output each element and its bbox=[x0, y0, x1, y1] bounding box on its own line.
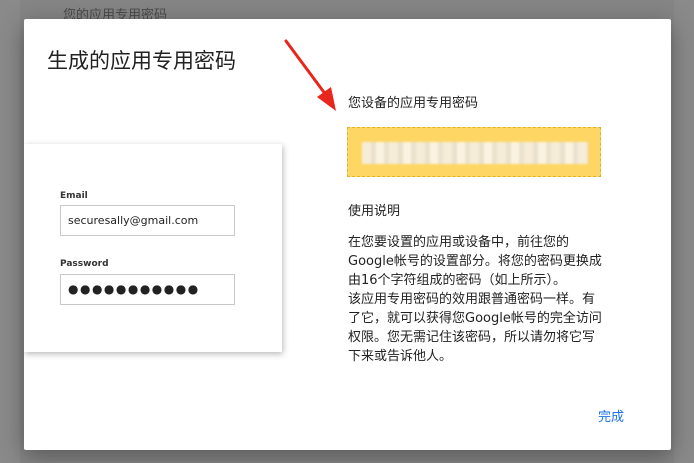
illustration-password-field: ●●●●●●●●●●● bbox=[60, 274, 235, 305]
usage-instructions: 在您要设置的应用或设备中，前往您的 Google帐号的设置部分。将您的密码更换成… bbox=[348, 233, 648, 366]
usage-line: Google帐号的设置部分。将您的密码更换成 bbox=[348, 254, 602, 269]
usage-line: 在您要设置的应用或设备中，前往您的 bbox=[348, 235, 570, 250]
dialog-title: 生成的应用专用密码 bbox=[47, 49, 236, 73]
device-password-heading: 您设备的应用专用密码 bbox=[348, 96, 479, 111]
usage-heading: 使用说明 bbox=[348, 204, 401, 219]
usage-line: 下来或告诉他人。 bbox=[348, 349, 453, 364]
illustration-email-field: securesally@gmail.com bbox=[60, 205, 235, 236]
redacted-password bbox=[362, 142, 588, 164]
done-button[interactable]: 完成 bbox=[598, 406, 624, 425]
usage-line: 该应用专用密码的效用跟普通密码一样。有 bbox=[348, 292, 596, 307]
illustration-password-label: Password bbox=[60, 259, 109, 269]
illustration-email-label: Email bbox=[60, 191, 88, 201]
generated-password-box[interactable] bbox=[347, 127, 601, 177]
usage-line: 权限。您无需记住该密码，所以请勿将它写 bbox=[348, 330, 596, 345]
usage-line: 了它，就可以获得您Google帐号的完全访问 bbox=[348, 311, 602, 326]
app-password-dialog: 生成的应用专用密码 Email securesally@gmail.com Pa… bbox=[24, 19, 671, 450]
usage-line: 由16个字符组成的密码（如上所示）。 bbox=[348, 273, 567, 288]
login-illustration: Email securesally@gmail.com Password ●●●… bbox=[24, 144, 282, 352]
